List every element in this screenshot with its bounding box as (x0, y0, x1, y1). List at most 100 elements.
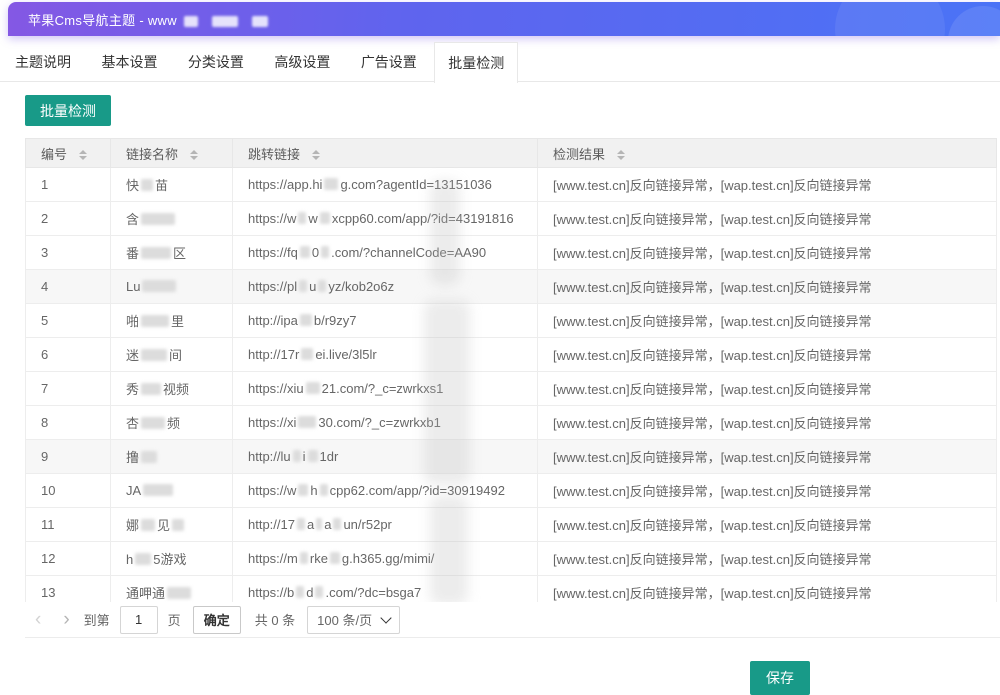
tab-category-settings[interactable]: 分类设置 (175, 42, 257, 82)
redacted-text (141, 179, 153, 191)
redacted-text (167, 587, 191, 599)
redacted-text (321, 246, 329, 258)
cell-check-result: [www.test.cn]反向链接异常，[wap.test.cn]反向链接异常 (538, 304, 997, 338)
table-body: 1 快苗 https://app.hig.com?agentId=1315103… (26, 168, 997, 610)
cell-link-name: 撸 (111, 440, 233, 474)
col-header-link-name[interactable]: 链接名称 (111, 139, 233, 168)
page-size-value: 100 条/页 (317, 610, 372, 629)
cell-link-name: 杏频 (111, 406, 233, 440)
redacted-text (212, 16, 238, 27)
cell-number: 5 (26, 304, 111, 338)
tab-batch-check[interactable]: 批量检测 (434, 42, 518, 83)
sort-icon[interactable] (312, 150, 320, 160)
redacted-text (141, 213, 175, 225)
tab-basic-settings[interactable]: 基本设置 (88, 42, 170, 82)
sort-icon[interactable] (190, 150, 198, 160)
table-row: 7 秀视频 https://xiu21.com/?_c=zwrkxs1 [www… (26, 372, 997, 406)
next-page-icon[interactable]: › (63, 610, 69, 629)
redacted-text (141, 417, 165, 429)
sort-icon[interactable] (79, 150, 87, 160)
redacted-text (297, 518, 305, 530)
page-size-select[interactable]: 100 条/页 (307, 606, 400, 634)
table-row: 8 杏频 https://xi30.com/?_c=zwrkxb1 [www.t… (26, 406, 997, 440)
redacted-text (300, 552, 308, 564)
redacted-text (296, 586, 304, 598)
table-row: 6 迷间 http://17rei.live/3l5lr [www.test.c… (26, 338, 997, 372)
redacted-text (300, 246, 310, 258)
cell-check-result: [www.test.cn]反向链接异常，[wap.test.cn]反向链接异常 (538, 168, 997, 202)
redacted-text (143, 484, 173, 496)
cell-check-result: [www.test.cn]反向链接异常，[wap.test.cn]反向链接异常 (538, 440, 997, 474)
cell-number: 4 (26, 270, 111, 304)
cell-jump-url: http://17aaun/r52pr (233, 508, 538, 542)
page-number-input[interactable] (120, 606, 158, 634)
col-header-check-result[interactable]: 检测结果 (538, 139, 997, 168)
cell-number: 11 (26, 508, 111, 542)
cell-number: 6 (26, 338, 111, 372)
sort-icon[interactable] (617, 150, 625, 160)
table-header-row: 编号 链接名称 跳转链接 检测结果 (26, 139, 997, 168)
cell-check-result: [www.test.cn]反向链接异常，[wap.test.cn]反向链接异常 (538, 508, 997, 542)
page-unit-label: 页 (168, 610, 181, 629)
table-row: 3 番区 https://fq0.com/?channelCode=AA90 [… (26, 236, 997, 270)
redacted-text (320, 212, 330, 224)
redacted-text (308, 450, 318, 462)
save-button[interactable]: 保存 (750, 661, 810, 695)
cell-number: 1 (26, 168, 111, 202)
col-header-number[interactable]: 编号 (26, 139, 111, 168)
redaction-smudge (430, 495, 468, 605)
prev-page-icon[interactable]: ‹ (35, 610, 41, 629)
links-table: 编号 链接名称 跳转链接 检测结果 1 快苗 https://app.hig.c… (25, 138, 997, 610)
redacted-text (293, 450, 301, 462)
cell-link-name: Lu (111, 270, 233, 304)
tab-bar: 主题说明 基本设置 分类设置 高级设置 广告设置 批量检测 (0, 42, 1000, 82)
total-count-label: 共 0 条 (255, 610, 295, 629)
window-titlebar: 苹果Cms导航主题 - www (8, 2, 1000, 36)
tab-theme-description[interactable]: 主题说明 (2, 42, 84, 82)
table-row: 10 JA https://whcpp62.com/app/?id=309194… (26, 474, 997, 508)
redacted-text (141, 383, 161, 395)
redaction-smudge (424, 300, 470, 485)
cell-jump-url: http://lui1dr (233, 440, 538, 474)
cell-jump-url: https://app.hig.com?agentId=13151036 (233, 168, 538, 202)
redacted-text (184, 16, 198, 27)
redacted-text (298, 416, 316, 428)
cell-link-name: 含 (111, 202, 233, 236)
redaction-smudge (430, 180, 460, 285)
redacted-text (142, 280, 176, 292)
batch-check-button[interactable]: 批量检测 (25, 95, 111, 126)
tab-advanced-settings[interactable]: 高级设置 (261, 42, 343, 82)
cell-jump-url: https://xi30.com/?_c=zwrkxb1 (233, 406, 538, 440)
page-title: 苹果Cms导航主题 - www (28, 10, 275, 29)
cell-jump-url: http://17rei.live/3l5lr (233, 338, 538, 372)
cell-check-result: [www.test.cn]反向链接异常，[wap.test.cn]反向链接异常 (538, 474, 997, 508)
cell-link-name: 啪里 (111, 304, 233, 338)
cell-link-name: JA (111, 474, 233, 508)
col-header-check-result-label: 检测结果 (553, 147, 605, 162)
redacted-text (330, 552, 340, 564)
cell-jump-url: https://mrkeg.h365.gg/mimi/ (233, 542, 538, 576)
cell-check-result: [www.test.cn]反向链接异常，[wap.test.cn]反向链接异常 (538, 202, 997, 236)
cell-check-result: [www.test.cn]反向链接异常，[wap.test.cn]反向链接异常 (538, 542, 997, 576)
redacted-text (298, 484, 308, 496)
cell-check-result: [www.test.cn]反向链接异常，[wap.test.cn]反向链接异常 (538, 406, 997, 440)
redacted-text (141, 519, 155, 531)
redacted-text (333, 518, 341, 530)
redacted-text (172, 519, 184, 531)
redacted-text (141, 315, 169, 327)
cell-jump-url: https://whcpp62.com/app/?id=30919492 (233, 474, 538, 508)
cell-link-name: h5游戏 (111, 542, 233, 576)
redacted-text (135, 553, 151, 565)
tab-ad-settings[interactable]: 广告设置 (348, 42, 430, 82)
table-row: 11 娜见 http://17aaun/r52pr [www.test.cn]反… (26, 508, 997, 542)
cell-check-result: [www.test.cn]反向链接异常，[wap.test.cn]反向链接异常 (538, 372, 997, 406)
goto-page-label: 到第 (84, 610, 110, 629)
cell-number: 10 (26, 474, 111, 508)
cell-link-name: 迷间 (111, 338, 233, 372)
redacted-text (315, 586, 323, 598)
cell-jump-url: https://fq0.com/?channelCode=AA90 (233, 236, 538, 270)
col-header-jump-url[interactable]: 跳转链接 (233, 139, 538, 168)
cell-check-result: [www.test.cn]反向链接异常，[wap.test.cn]反向链接异常 (538, 338, 997, 372)
redacted-text (300, 314, 312, 326)
confirm-page-button[interactable]: 确定 (193, 606, 241, 634)
